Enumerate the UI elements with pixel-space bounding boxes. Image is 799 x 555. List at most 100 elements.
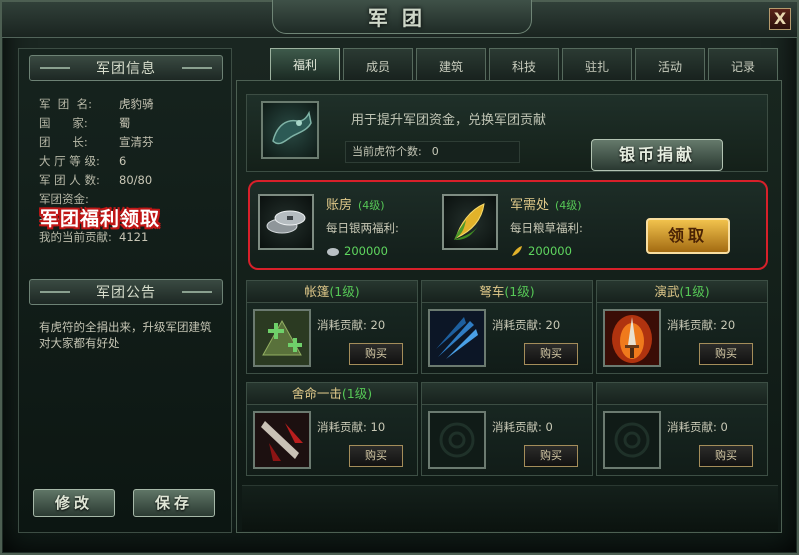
buy-button[interactable]: 购买 xyxy=(524,445,578,467)
tab-welfare[interactable]: 福利 xyxy=(270,48,340,80)
window-title: 军团 xyxy=(368,6,436,30)
info-value: 虎豹骑 xyxy=(119,97,154,111)
shop-item-title: 弩车(1级) xyxy=(422,281,592,303)
info-value: 6 xyxy=(119,154,127,168)
cost-label: 消耗贡献: xyxy=(492,420,542,434)
info-value: 蜀 xyxy=(119,116,131,130)
treasury-name: 账房 xyxy=(326,198,353,213)
corn-icon xyxy=(442,194,498,250)
tab-bar: 福利 成员 建筑 科技 驻扎 活动 记录 xyxy=(270,48,778,80)
buy-button[interactable]: 购买 xyxy=(699,343,753,365)
shop-item-cost: 消耗贡献: 0 xyxy=(492,419,553,435)
tiger-tally-icon xyxy=(261,101,319,159)
shop-item-title: 演武(1级) xyxy=(597,281,767,303)
tab-buildings[interactable]: 建筑 xyxy=(416,48,486,80)
info-key: 大 厅 等 级: xyxy=(39,154,100,168)
shop-item-cost: 消耗贡献: 10 xyxy=(317,419,385,435)
info-row: 军 团 名: 虎豹骑 xyxy=(39,95,229,114)
tiger-tally-donation: 用于提升军团资金，兑换军团贡献 当前虎符个数: 0 银币捐献 xyxy=(246,94,768,172)
silver-donate-button[interactable]: 银币捐献 xyxy=(591,139,723,171)
shop-item-name: 舍命一击 xyxy=(291,386,342,401)
tab-events[interactable]: 活动 xyxy=(635,48,705,80)
notice-header: 军团公告 xyxy=(29,279,223,305)
info-row: 团 长: 宣清芬 xyxy=(39,133,229,152)
save-button[interactable]: 保存 xyxy=(133,489,215,517)
treasury-welfare: 账房 (4级) 每日银两福利: 200000 xyxy=(258,190,428,262)
shop-item-name: 弩车 xyxy=(479,284,505,299)
buy-button[interactable]: 购买 xyxy=(349,343,403,365)
cost-value: 10 xyxy=(370,420,386,434)
title-bar: 军团 X xyxy=(2,0,797,38)
cost-label: 消耗贡献: xyxy=(667,420,717,434)
cost-value: 20 xyxy=(720,318,736,332)
shop-item-cost: 消耗贡献: 20 xyxy=(667,317,735,333)
supply-level: (4级) xyxy=(555,199,582,212)
tab-records[interactable]: 记录 xyxy=(708,48,778,80)
tent-heal-icon xyxy=(253,309,311,367)
treasury-amount-value: 200000 xyxy=(344,244,388,258)
buy-button[interactable]: 购买 xyxy=(524,343,578,365)
shop-item-level: (1级) xyxy=(679,284,710,299)
tiger-tally-count: 当前虎符个数: 0 xyxy=(345,141,520,163)
treasury-level: (4级) xyxy=(358,199,385,212)
info-row: 大 厅 等 级: 6 xyxy=(39,152,229,171)
treasury-amount: 200000 xyxy=(326,244,388,258)
supply-subtitle: 每日粮草福利: xyxy=(510,221,583,235)
welfare-claim-box: 账房 (4级) 每日银两福利: 200000 军需处 (4级) 每日粮草福利: 20… xyxy=(248,180,768,270)
info-key: 军 团 人 数: xyxy=(39,173,100,187)
sword-fire-icon xyxy=(603,309,661,367)
shop-item-name: 演武 xyxy=(654,284,680,299)
cost-label: 消耗贡献: xyxy=(317,318,367,332)
supply-title: 军需处 (4级) xyxy=(510,194,582,213)
treasury-subtitle: 每日银两福利: xyxy=(326,221,399,235)
shop-item-cost: 消耗贡献: 20 xyxy=(492,317,560,333)
info-value: 80/80 xyxy=(119,173,153,187)
info-key: 团 长: xyxy=(39,135,88,149)
silver-mini-icon xyxy=(326,245,340,257)
shop-item-tent: 帐篷(1级) 消耗贡献: 20 购买 xyxy=(246,280,418,374)
shop-item-title xyxy=(422,383,592,405)
cost-value: 0 xyxy=(720,420,728,434)
notice-text: 有虎符的全捐出来，升级军团建筑对大家都有好处 xyxy=(39,320,212,350)
close-button[interactable]: X xyxy=(769,8,791,30)
title-plate: 军团 xyxy=(272,0,532,34)
shop-item-cost: 消耗贡献: 0 xyxy=(667,419,728,435)
welfare-claim-annotation: 军团福利领取 xyxy=(40,208,161,230)
tiger-tally-count-value: 0 xyxy=(431,145,439,158)
bottom-decoration xyxy=(242,485,778,531)
shop-item-title xyxy=(597,383,767,405)
tab-members[interactable]: 成员 xyxy=(343,48,413,80)
shop-item-title: 帐篷(1级) xyxy=(247,281,417,303)
info-key: 军 团 名: xyxy=(39,97,92,111)
tiger-tally-count-label: 当前虎符个数: xyxy=(352,145,422,158)
buy-button[interactable]: 购买 xyxy=(349,445,403,467)
shop-item-cost: 消耗贡献: 20 xyxy=(317,317,385,333)
modify-button[interactable]: 修改 xyxy=(33,489,115,517)
shop-item-level: (1级) xyxy=(341,386,373,401)
buy-button[interactable]: 购买 xyxy=(699,445,753,467)
supply-amount-value: 200000 xyxy=(528,244,572,258)
shop-item-name: 帐篷 xyxy=(304,284,330,299)
cost-label: 消耗贡献: xyxy=(317,420,367,434)
legion-info-header-label: 军团信息 xyxy=(96,61,156,77)
shop-item-ballista: 弩车(1级) 消耗贡献: 20 购买 xyxy=(421,280,593,374)
shop-item-empty: 消耗贡献: 0 购买 xyxy=(421,382,593,476)
supply-name: 军需处 xyxy=(510,198,550,213)
shop-item-level: (1级) xyxy=(504,284,535,299)
treasury-title: 账房 (4级) xyxy=(326,194,385,213)
cost-value: 0 xyxy=(545,420,553,434)
shop-item-drill: 演武(1级) 消耗贡献: 20 购买 xyxy=(596,280,768,374)
cost-value: 20 xyxy=(545,318,561,332)
empty-slot-icon xyxy=(428,411,486,469)
info-row: 军 团 人 数: 80/80 xyxy=(39,171,229,190)
legion-info-header: 军团信息 xyxy=(29,55,223,81)
tab-technology[interactable]: 科技 xyxy=(489,48,559,80)
shop-item-title: 舍命一击(1级) xyxy=(247,383,417,405)
tab-garrison[interactable]: 驻扎 xyxy=(562,48,632,80)
grain-mini-icon xyxy=(510,245,524,257)
empty-slot-icon xyxy=(603,411,661,469)
notice-header-label: 军团公告 xyxy=(96,285,156,301)
legion-info-panel: 军团信息 军 团 名: 虎豹骑 国 家: 蜀 团 长: 宣清芬 大 厅 等 级: 6 军… xyxy=(18,48,232,533)
strike-icon xyxy=(253,411,311,469)
claim-button[interactable]: 领取 xyxy=(646,218,730,254)
